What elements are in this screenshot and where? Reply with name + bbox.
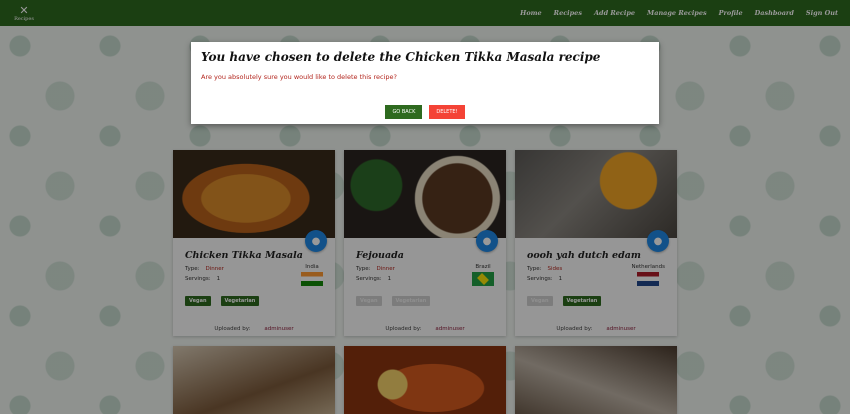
modal-title: You have chosen to delete the Chicken Ti… [201, 50, 601, 64]
delete-button[interactable]: DELETE! [429, 105, 465, 119]
go-back-button[interactable]: GO BACK [385, 105, 423, 119]
modal-message: Are you absolutely sure you would like t… [201, 73, 397, 81]
delete-confirm-modal: You have chosen to delete the Chicken Ti… [191, 42, 659, 124]
